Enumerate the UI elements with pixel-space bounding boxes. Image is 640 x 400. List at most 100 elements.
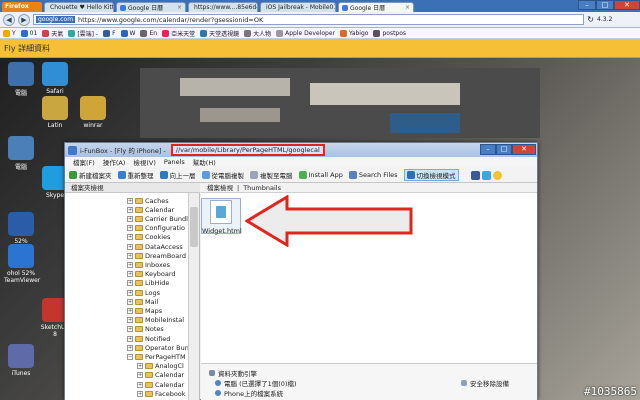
expand-icon[interactable]: + [127,243,133,250]
tree-node[interactable]: + Calendar [137,380,184,389]
tab-close-icon[interactable]: × [405,4,410,11]
bookmark-item[interactable]: 大人物 [244,29,271,38]
tree-node[interactable]: + Caches [127,196,169,205]
maximize-icon[interactable]: □ [496,144,512,155]
smiley-icon[interactable] [493,171,502,180]
tree-node[interactable]: + Mail [127,297,158,306]
minimize-icon[interactable]: – [578,0,596,10]
close-icon[interactable]: ✕ [512,144,536,155]
toolbar-button[interactable]: 從電腦複製 [201,170,244,180]
expand-icon[interactable]: + [127,261,133,268]
expand-icon[interactable]: + [127,317,133,324]
firefox-menu-button[interactable]: Firefox [2,2,42,12]
bookmark-item[interactable]: Yabigo [339,29,368,37]
twitter-icon[interactable] [482,171,491,180]
toolbar-button[interactable]: Install App [298,170,343,179]
tree-node[interactable]: + Configuratio [127,224,185,233]
window-titlebar[interactable]: i-FunBox - [Fly 的 iPhone] - //var/mobile… [65,143,537,157]
tree-node[interactable]: + Notes [127,325,164,334]
tree-node[interactable]: + Carrier Bundl [127,214,188,223]
expand-icon[interactable]: + [127,271,133,278]
tree-node[interactable]: + Cookies [127,233,170,242]
desktop-icon[interactable]: 電腦 [4,62,38,97]
file-item[interactable]: Widget.html [202,200,242,235]
browser-tab[interactable]: Chouette ♥ Hello Kitty ...× [44,2,114,12]
tree-node[interactable]: + Calendar [137,371,184,380]
tree-scrollbar[interactable] [188,193,199,400]
expand-icon[interactable]: + [127,298,133,305]
tab-thumbnails[interactable]: Thumbnails [243,183,281,192]
tree-node[interactable]: + LibHide [127,279,169,288]
prop-line-phone[interactable]: Phone上的檔案系統 [215,388,283,398]
toolbar-button[interactable]: 重新整理 [117,170,154,180]
prop-line-computer[interactable]: 電腦 (已選擇了1個(0)檔) [215,378,296,388]
tree-node[interactable]: + Calendar [127,205,174,214]
minimize-icon[interactable]: – [480,144,496,155]
desktop-icon[interactable]: winrar [76,96,110,129]
bookmark-item[interactable]: En [140,29,157,37]
tree-node[interactable]: + DataAccess [127,242,183,251]
browser-tab[interactable]: Google 日曆 × [116,2,186,12]
bookmark-item[interactable]: postpos [373,29,406,37]
tree-node[interactable]: + Operator Bun [127,343,189,352]
menu-item[interactable]: Panels [164,158,185,166]
desktop-icon[interactable]: ohol 52% TeamViewer [4,244,40,284]
toolbar-button[interactable]: 向上一層 [159,170,196,180]
toolbar-button[interactable]: 新建檔案夾 [69,170,112,180]
tree-node[interactable]: + Inboxes [127,260,170,269]
menu-item[interactable]: 檔案(F) [73,157,95,167]
bookmark-item[interactable]: 天堂透視鏡 [200,29,239,38]
browser-tab[interactable]: https://www....85e6d4a1ac× [188,2,258,12]
tree-node[interactable]: + AnalogCl [137,362,184,371]
facebook-icon[interactable] [471,171,480,180]
tree-node[interactable]: + Maps [127,306,162,315]
expand-icon[interactable]: + [127,344,133,351]
tree-node[interactable]: + Logs [127,288,160,297]
bookmark-item[interactable]: 亞米天堂 [162,29,195,38]
toolbar-button[interactable]: Search Files [348,170,398,179]
bookmark-item[interactable]: [雲端] - [68,29,98,38]
expand-icon[interactable]: + [127,206,133,213]
bookmark-item[interactable]: Y [3,29,16,37]
expand-icon[interactable]: + [137,381,143,388]
maximize-icon[interactable]: □ [596,0,614,10]
reload-icon[interactable]: ↻ [587,15,594,24]
expand-icon[interactable]: + [127,307,133,314]
desktop-icon[interactable]: 電腦 [4,136,38,171]
tree-node[interactable]: + DreamBoard [127,251,186,260]
expand-icon[interactable]: + [127,335,133,342]
expand-icon[interactable]: + [137,372,143,379]
url-bar[interactable]: google.com https://www.google.com/calend… [33,14,585,25]
expand-icon[interactable]: + [127,225,133,232]
tab-file-view[interactable]: 檔案檢視 [207,183,233,192]
desktop-icon[interactable]: iTunes [4,344,38,377]
tree-node[interactable]: + Keyboard [127,270,176,279]
menu-item[interactable]: 幫助(H) [193,157,216,167]
expand-icon[interactable]: + [127,234,133,241]
close-icon[interactable]: ✕ [614,0,640,10]
menu-item[interactable]: 操作(A) [103,157,126,167]
bookmark-item[interactable]: 天氣 [42,29,63,38]
scrollbar-thumb[interactable] [190,207,198,247]
back-icon[interactable]: ◀ [3,13,15,26]
toolbar-button[interactable]: 切換檢視模式 [403,168,459,181]
desktop-icon[interactable]: Latin [38,96,72,129]
expand-icon[interactable]: + [127,289,133,296]
bookmark-item[interactable]: 01 [20,29,37,37]
expand-icon[interactable]: + [137,363,143,370]
tree-node[interactable]: + Notified [127,334,170,343]
expand-icon[interactable]: + [127,215,133,222]
tree-node[interactable]: + MobileInstal [127,316,184,325]
forward-icon[interactable]: ▶ [18,13,30,26]
tree-node[interactable]: − PerPageHTM [127,352,186,361]
expand-icon[interactable]: + [127,252,133,259]
tree-node[interactable]: + Facebook [137,389,186,398]
desktop-icon[interactable]: 52% [4,212,38,245]
expand-icon[interactable]: + [127,197,133,204]
tab-close-icon[interactable]: × [177,4,182,11]
expand-icon[interactable]: − [127,353,133,360]
expand-icon[interactable]: + [127,280,133,287]
browser-tab[interactable]: Google 日曆 × [338,2,414,12]
expand-icon[interactable]: + [137,390,143,397]
safe-remove-device[interactable]: 安全移除設備 [461,378,509,388]
